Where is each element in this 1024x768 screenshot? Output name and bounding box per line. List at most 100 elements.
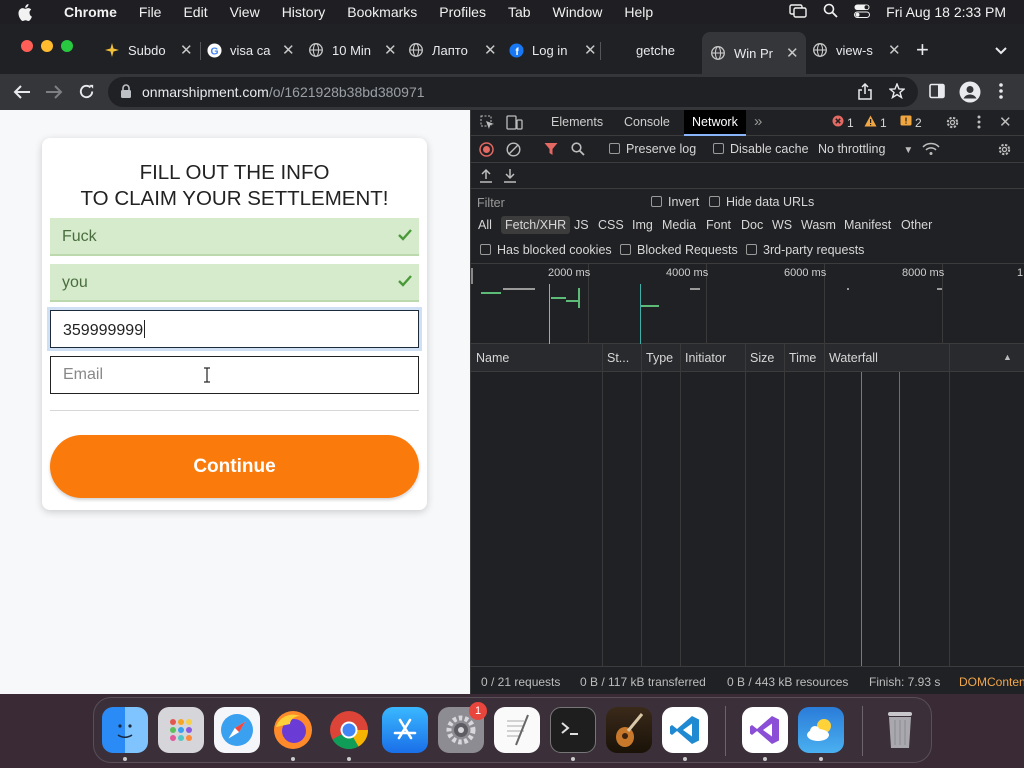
column-status[interactable]: St... bbox=[607, 351, 629, 365]
tab-close-icon[interactable]: ✕ bbox=[180, 41, 193, 59]
screen-mirroring-icon[interactable] bbox=[789, 3, 807, 21]
tab-getche[interactable]: getche bbox=[604, 36, 708, 64]
tab-search-chevron-down-icon[interactable] bbox=[994, 43, 1008, 61]
visual-studio-icon[interactable] bbox=[742, 707, 788, 753]
more-tabs-chevron-icon[interactable]: » bbox=[754, 113, 762, 130]
third-party-requests-checkbox[interactable]: 3rd-party requests bbox=[746, 243, 864, 257]
phone-field[interactable]: 359999999 bbox=[50, 310, 419, 348]
menu-view[interactable]: View bbox=[230, 4, 260, 20]
tab-subdo[interactable]: Subdo ✕ bbox=[96, 36, 200, 64]
type-filter-manifest[interactable]: Manifest bbox=[844, 218, 891, 232]
type-filter-js[interactable]: JS bbox=[574, 218, 589, 232]
tab-network[interactable]: Network bbox=[684, 110, 746, 136]
device-toolbar-icon[interactable] bbox=[506, 115, 523, 133]
sort-ascending-icon[interactable]: ▲ bbox=[1003, 352, 1012, 362]
error-count-badge[interactable]: 1 bbox=[832, 115, 854, 130]
blocked-requests-checkbox[interactable]: Blocked Requests bbox=[620, 243, 738, 257]
column-time[interactable]: Time bbox=[789, 351, 816, 365]
lock-icon[interactable] bbox=[120, 84, 132, 104]
address-bar[interactable]: onmarshipment.com/o/1621928b38bd380971 bbox=[108, 77, 918, 107]
inspect-element-icon[interactable] bbox=[480, 115, 495, 133]
trash-icon[interactable] bbox=[877, 707, 923, 753]
tab-close-icon[interactable]: ✕ bbox=[484, 41, 497, 59]
devtools-settings-gear-icon[interactable] bbox=[945, 115, 960, 133]
tab-win-pr-active[interactable]: Win Pr ✕ bbox=[702, 32, 806, 74]
type-filter-all[interactable]: All bbox=[478, 218, 492, 232]
email-input[interactable] bbox=[51, 357, 418, 393]
menubar-clock[interactable]: Fri Aug 18 2:33 PM bbox=[886, 4, 1006, 20]
control-center-icon[interactable] bbox=[854, 4, 871, 21]
type-filter-font[interactable]: Font bbox=[706, 218, 731, 232]
devtools-close-icon[interactable]: ✕ bbox=[999, 113, 1012, 131]
disable-cache-checkbox[interactable]: Disable cache bbox=[713, 142, 809, 156]
continue-button[interactable]: Continue bbox=[50, 435, 419, 498]
minimize-window-button[interactable] bbox=[41, 40, 53, 52]
tab-10min[interactable]: 10 Min ✕ bbox=[300, 36, 404, 64]
type-filter-other[interactable]: Other bbox=[901, 218, 932, 232]
email-field[interactable] bbox=[50, 356, 419, 394]
side-panel-icon[interactable] bbox=[929, 83, 945, 104]
menu-tab[interactable]: Tab bbox=[508, 4, 531, 20]
network-overview-timeline[interactable]: 2000 ms 4000 ms 6000 ms 8000 ms 1 bbox=[471, 264, 1024, 344]
search-icon[interactable] bbox=[571, 142, 585, 159]
throttling-select[interactable]: No throttling ▼ bbox=[818, 142, 913, 156]
tab-close-icon[interactable]: ✕ bbox=[282, 41, 295, 59]
safari-icon[interactable] bbox=[214, 707, 260, 753]
tab-elements[interactable]: Elements bbox=[551, 115, 603, 129]
tab-view-s[interactable]: view-s ✕ bbox=[804, 36, 908, 64]
chrome-menu-icon[interactable] bbox=[999, 82, 1003, 105]
tab-lapto[interactable]: Лапто ✕ bbox=[400, 36, 504, 64]
import-har-upload-icon[interactable] bbox=[479, 168, 493, 186]
spotlight-search-icon[interactable] bbox=[823, 3, 838, 21]
tab-console[interactable]: Console bbox=[624, 115, 670, 129]
chrome-icon[interactable] bbox=[326, 707, 372, 753]
garageband-guitar-icon[interactable] bbox=[606, 707, 652, 753]
devtools-more-icon[interactable] bbox=[977, 115, 981, 132]
filter-input[interactable] bbox=[477, 194, 637, 212]
last-name-field[interactable]: you bbox=[50, 264, 419, 302]
weather-icon[interactable] bbox=[798, 707, 844, 753]
type-filter-fetch-xhr[interactable]: Fetch/XHR bbox=[501, 216, 571, 234]
vscode-icon[interactable] bbox=[662, 707, 708, 753]
invert-checkbox[interactable]: Invert bbox=[651, 195, 699, 209]
column-initiator[interactable]: Initiator bbox=[685, 351, 726, 365]
url-text[interactable]: onmarshipment.com/o/1621928b38bd380971 bbox=[142, 84, 425, 100]
apple-menu-icon[interactable] bbox=[18, 3, 36, 21]
issues-count-badge[interactable]: 2 bbox=[900, 115, 922, 130]
tab-close-icon[interactable]: ✕ bbox=[584, 41, 597, 59]
hide-data-urls-checkbox[interactable]: Hide data URLs bbox=[709, 195, 814, 209]
column-waterfall[interactable]: Waterfall bbox=[829, 351, 878, 365]
menu-bookmarks[interactable]: Bookmarks bbox=[347, 4, 417, 20]
tab-visa[interactable]: G visa ca ✕ bbox=[198, 36, 302, 64]
menu-help[interactable]: Help bbox=[624, 4, 653, 20]
launchpad-icon[interactable] bbox=[158, 707, 204, 753]
clear-log-icon[interactable] bbox=[506, 142, 521, 160]
forward-arrow-icon[interactable] bbox=[44, 82, 64, 107]
type-filter-media[interactable]: Media bbox=[662, 218, 696, 232]
terminal-icon[interactable] bbox=[550, 707, 596, 753]
record-stop-icon[interactable] bbox=[479, 142, 494, 160]
tab-close-icon[interactable]: ✕ bbox=[384, 41, 397, 59]
menu-edit[interactable]: Edit bbox=[183, 4, 207, 20]
close-window-button[interactable] bbox=[21, 40, 33, 52]
type-filter-img[interactable]: Img bbox=[632, 218, 653, 232]
bookmark-star-icon[interactable] bbox=[888, 82, 906, 104]
app-store-icon[interactable] bbox=[382, 707, 428, 753]
menu-history[interactable]: History bbox=[282, 4, 326, 20]
filter-funnel-icon[interactable] bbox=[544, 142, 558, 159]
warning-count-badge[interactable]: 1 bbox=[864, 115, 887, 130]
column-size[interactable]: Size bbox=[750, 351, 774, 365]
tab-close-icon[interactable]: ✕ bbox=[888, 41, 901, 59]
zoom-window-button[interactable] bbox=[61, 40, 73, 52]
menu-window[interactable]: Window bbox=[553, 4, 603, 20]
export-har-download-icon[interactable] bbox=[503, 168, 517, 186]
tab-facebook-login[interactable]: f Log in ✕ bbox=[500, 36, 604, 64]
column-type[interactable]: Type bbox=[646, 351, 673, 365]
network-settings-gear-icon[interactable] bbox=[997, 142, 1012, 160]
share-icon[interactable] bbox=[858, 82, 872, 105]
firefox-icon[interactable] bbox=[270, 707, 316, 753]
new-tab-plus-icon[interactable]: + bbox=[916, 37, 929, 63]
reload-icon[interactable] bbox=[77, 82, 96, 106]
preserve-log-checkbox[interactable]: Preserve log bbox=[609, 142, 696, 156]
first-name-field[interactable]: Fuck bbox=[50, 218, 419, 256]
